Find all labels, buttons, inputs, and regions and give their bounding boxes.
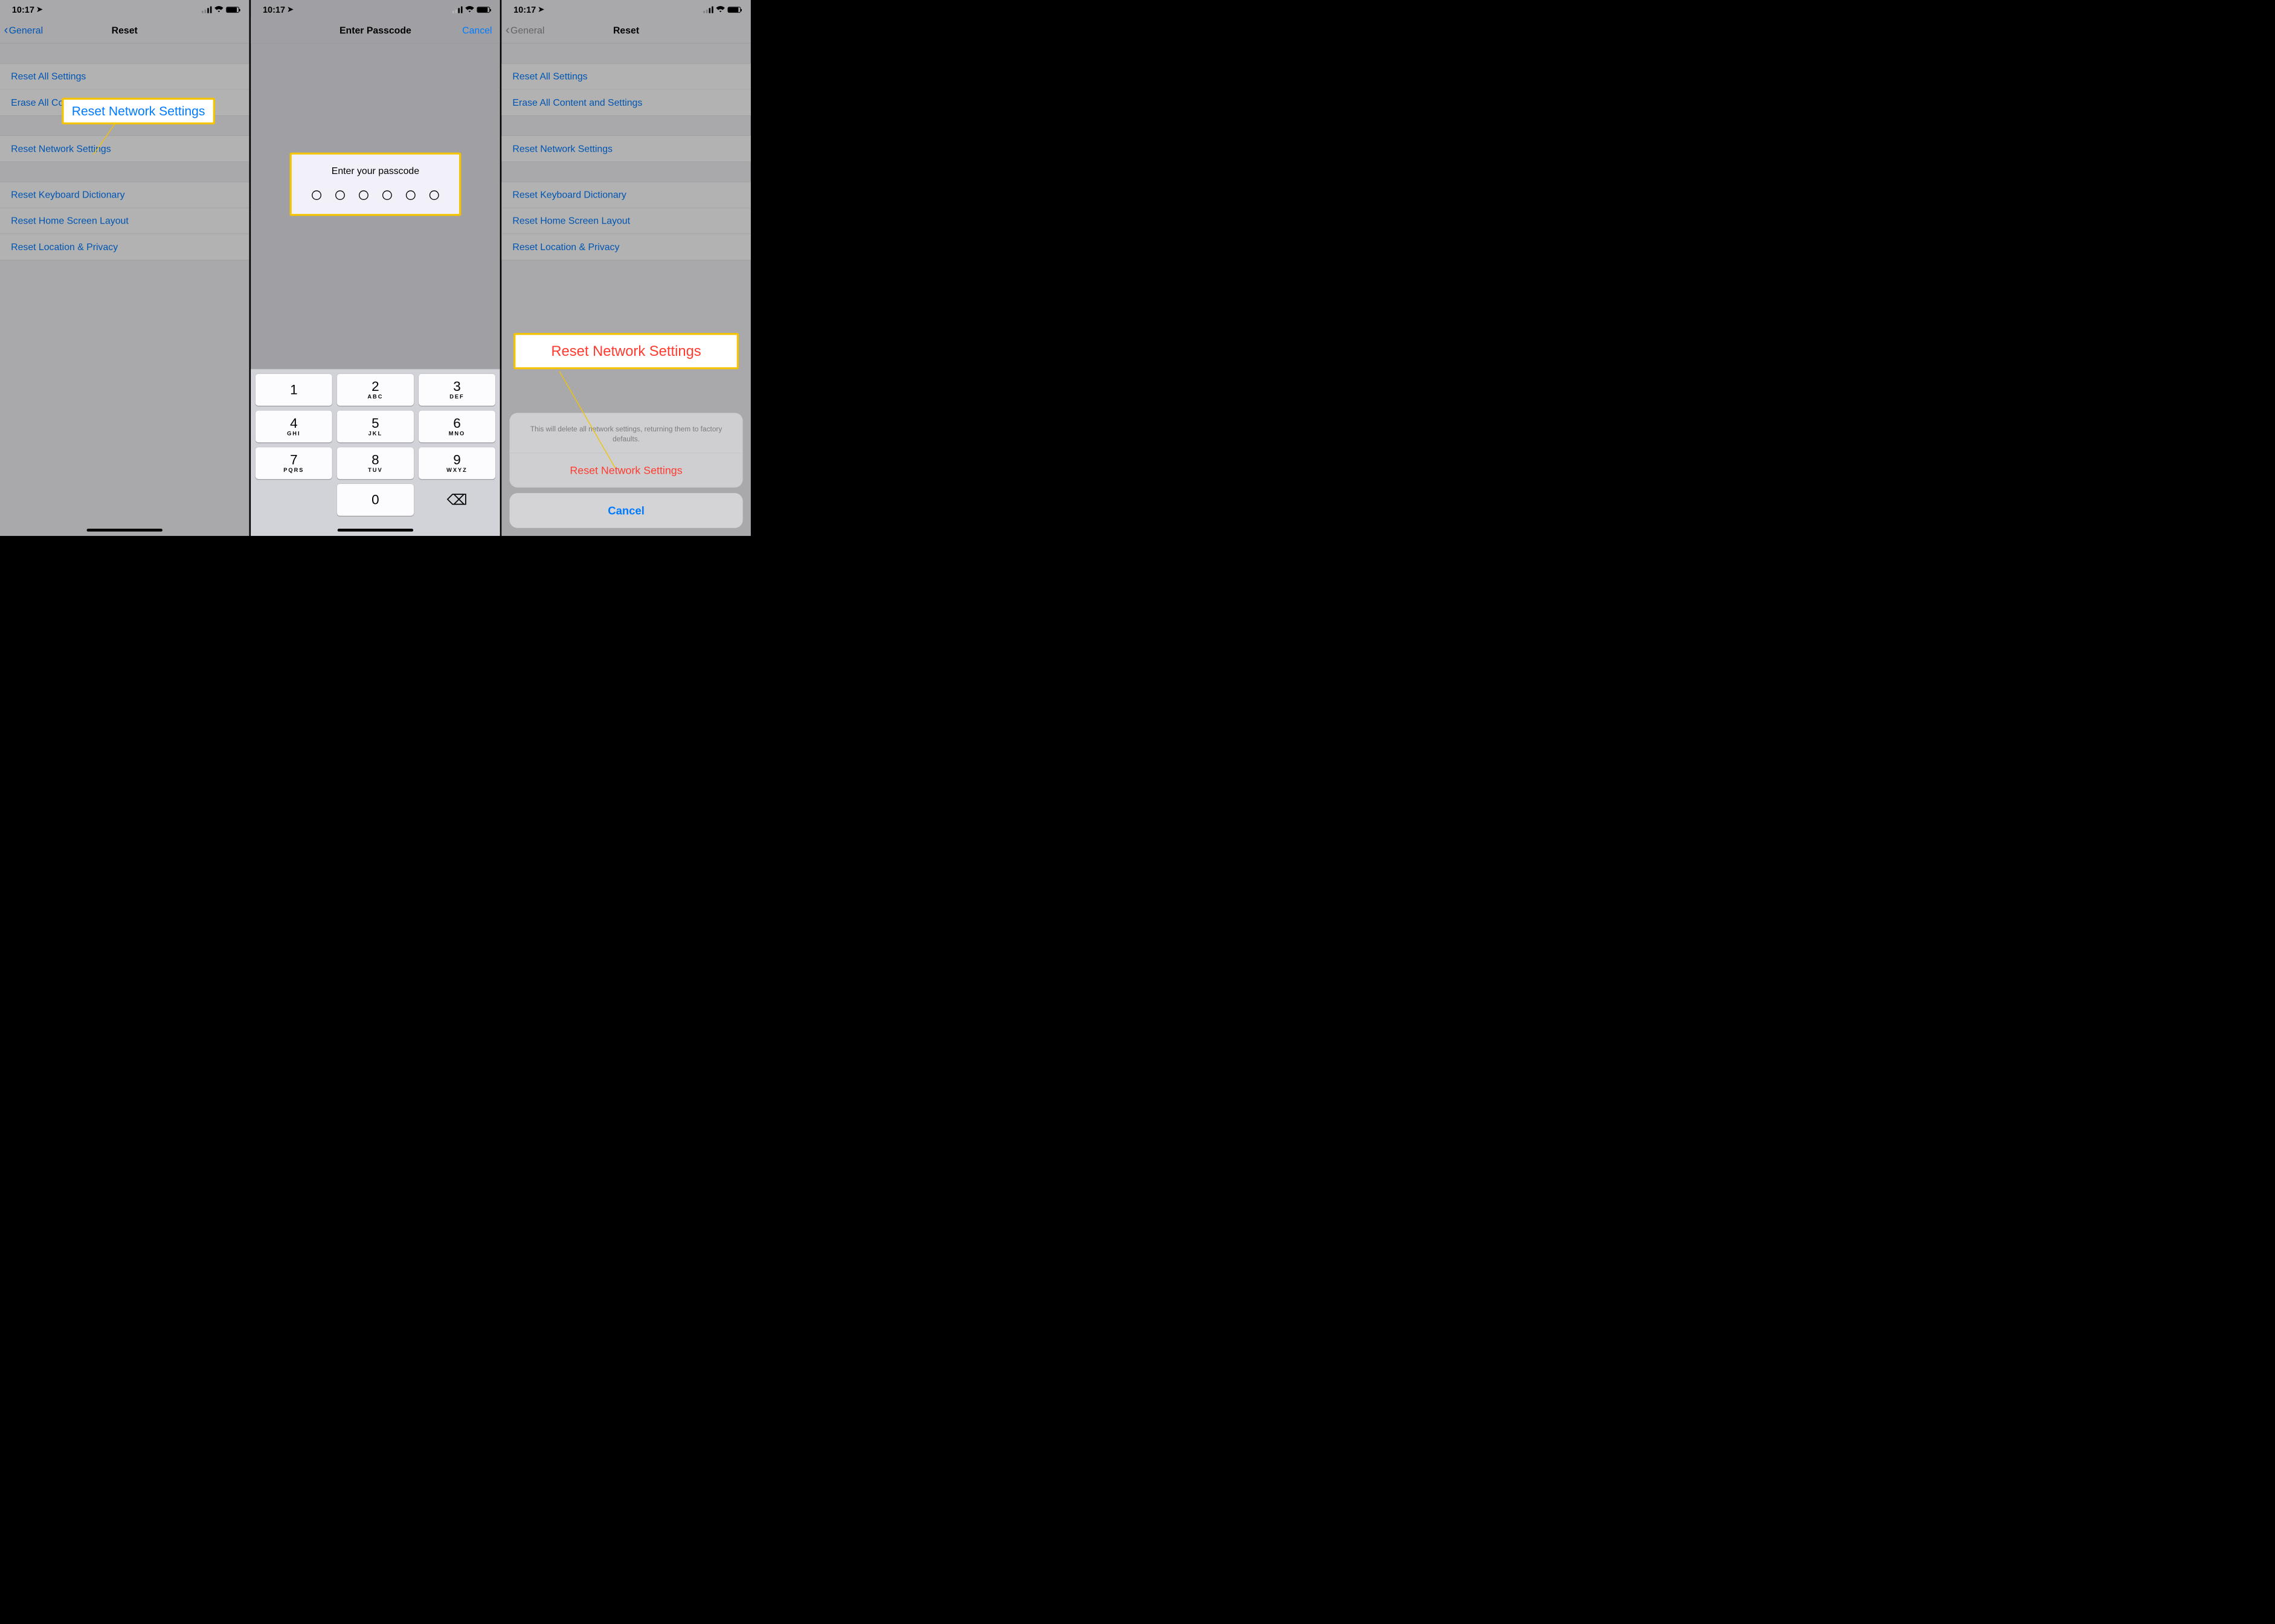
cell-reset-home-screen-layout[interactable]: Reset Home Screen Layout <box>501 208 751 234</box>
wifi-icon <box>465 5 474 14</box>
wifi-icon <box>716 5 725 14</box>
cell-reset-location-privacy[interactable]: Reset Location & Privacy <box>0 234 249 260</box>
cell-reset-all-settings[interactable]: Reset All Settings <box>0 63 249 89</box>
nav-title: Reset <box>112 25 138 36</box>
passcode-prompt: Enter your passcode <box>332 166 419 176</box>
back-label: General <box>510 25 544 36</box>
cell-reset-keyboard-dictionary[interactable]: Reset Keyboard Dictionary <box>501 182 751 208</box>
status-bar: 10:17 ➤ <box>251 0 500 18</box>
wifi-icon <box>214 5 224 14</box>
cell-reset-keyboard-dictionary[interactable]: Reset Keyboard Dictionary <box>0 182 249 208</box>
keypad-9[interactable]: 9WXYZ <box>419 447 496 479</box>
action-sheet: This will delete all network settings, r… <box>509 413 742 528</box>
screenshot-reset-list: 10:17 ➤ ‹ General Reset Reset All Settin… <box>0 0 249 536</box>
cellular-signal-icon <box>452 7 463 13</box>
keypad-5[interactable]: 5JKL <box>336 410 414 442</box>
nav-bar: Enter Passcode Cancel <box>251 18 500 44</box>
sheet-cancel-button[interactable]: Cancel <box>509 493 742 528</box>
cellular-signal-icon <box>703 7 713 13</box>
location-services-icon: ➤ <box>287 5 294 14</box>
home-indicator[interactable] <box>87 529 162 532</box>
cancel-button[interactable]: Cancel <box>462 25 492 36</box>
status-bar: 10:17 ➤ <box>501 0 751 18</box>
nav-bar: ‹ General Reset <box>501 18 751 44</box>
battery-icon <box>477 7 490 13</box>
status-time: 10:17 <box>513 5 536 15</box>
location-services-icon: ➤ <box>538 5 545 14</box>
annotation-callout-reset-network: Reset Network Settings <box>62 98 215 124</box>
annotation-callout-confirm: Reset Network Settings <box>513 333 739 369</box>
keypad-8[interactable]: 8TUV <box>336 447 414 479</box>
keypad-2[interactable]: 2ABC <box>336 373 414 405</box>
cell-reset-all-settings[interactable]: Reset All Settings <box>501 63 751 89</box>
back-label: General <box>9 25 43 36</box>
cellular-signal-icon <box>202 7 212 13</box>
battery-icon <box>226 7 239 13</box>
location-services-icon: ➤ <box>36 5 43 14</box>
sheet-message: This will delete all network settings, r… <box>509 413 742 454</box>
back-button: ‹ General <box>506 25 544 36</box>
home-indicator[interactable] <box>338 529 413 532</box>
keypad-4[interactable]: 4GHI <box>255 410 332 442</box>
sheet-confirm-button[interactable]: Reset Network Settings <box>509 453 742 488</box>
nav-title: Reset <box>613 25 639 36</box>
battery-icon <box>728 7 741 13</box>
status-time: 10:17 <box>12 5 34 15</box>
backspace-icon: ⌫ <box>447 491 468 508</box>
cell-erase-all-content[interactable]: Erase All Content and Settings <box>501 89 751 115</box>
screenshot-enter-passcode: 10:17 ➤ Enter Passcode Cancel Enter your… <box>251 0 500 536</box>
keypad-6[interactable]: 6MNO <box>419 410 496 442</box>
keypad-backspace[interactable]: ⌫ <box>419 484 496 516</box>
keypad-blank <box>255 484 332 516</box>
cell-reset-network-settings[interactable]: Reset Network Settings <box>0 136 249 162</box>
cell-reset-home-screen-layout[interactable]: Reset Home Screen Layout <box>0 208 249 234</box>
number-keypad: 1 2ABC 3DEF 4GHI 5JKL 6MNO 7PQRS 8TUV 9W… <box>251 369 500 536</box>
nav-bar: ‹ General Reset <box>0 18 249 44</box>
nav-title: Enter Passcode <box>339 25 411 36</box>
screenshot-confirm-sheet: 10:17 ➤ ‹ General Reset Reset All Settin… <box>501 0 751 536</box>
cell-reset-network-settings[interactable]: Reset Network Settings <box>501 136 751 162</box>
keypad-1[interactable]: 1 <box>255 373 332 405</box>
cell-reset-location-privacy[interactable]: Reset Location & Privacy <box>501 234 751 260</box>
keypad-0[interactable]: 0 <box>336 484 414 516</box>
annotation-callout-passcode-prompt: Enter your passcode <box>289 152 461 216</box>
keypad-3[interactable]: 3DEF <box>419 373 496 405</box>
back-button[interactable]: ‹ General <box>4 25 43 36</box>
passcode-dots <box>312 190 439 200</box>
keypad-7[interactable]: 7PQRS <box>255 447 332 479</box>
status-bar: 10:17 ➤ <box>0 0 249 18</box>
status-time: 10:17 <box>263 5 285 15</box>
